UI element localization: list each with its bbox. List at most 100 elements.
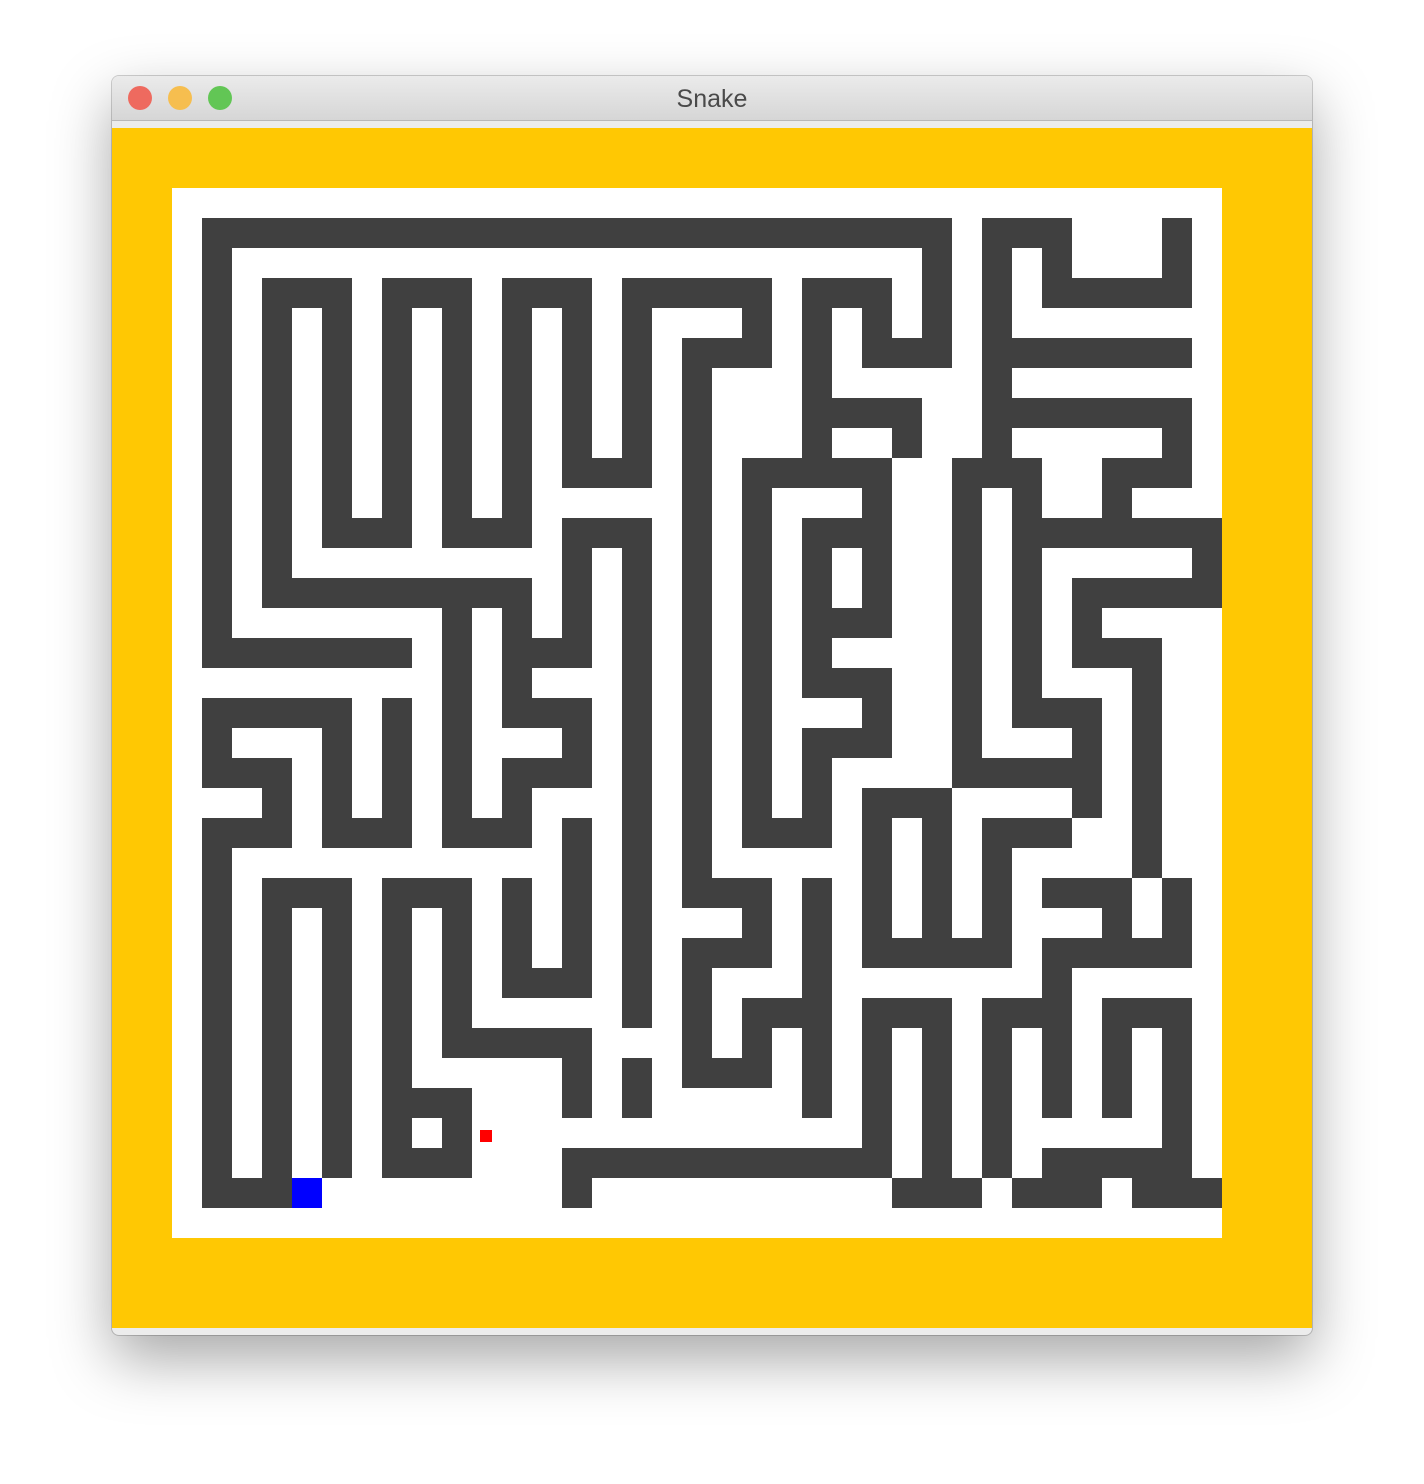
maze-wall	[982, 1028, 1012, 1058]
maze-wall	[202, 1058, 232, 1088]
maze-wall	[802, 938, 832, 968]
maze-wall	[862, 848, 892, 878]
maze-wall	[982, 308, 1012, 338]
maze-wall	[1042, 968, 1072, 998]
maze-wall	[742, 998, 832, 1028]
maze-board[interactable]	[112, 128, 1312, 1328]
maze-wall	[262, 1028, 292, 1058]
maze-wall	[262, 368, 292, 398]
maze-wall	[322, 818, 412, 848]
maze-wall	[802, 578, 832, 608]
maze-wall	[442, 308, 472, 338]
maze-wall	[682, 488, 712, 518]
maze-wall	[622, 308, 652, 338]
maze-wall	[202, 968, 232, 998]
maze-wall	[262, 968, 292, 998]
maze-wall	[322, 1088, 352, 1118]
maze-wall	[622, 698, 652, 728]
maze-wall	[622, 908, 652, 938]
maze-wall	[742, 908, 772, 938]
maze-wall	[952, 638, 982, 668]
maze-wall	[562, 1178, 592, 1208]
maze-wall	[682, 578, 712, 608]
maze-wall	[1132, 788, 1162, 818]
maze-wall	[202, 488, 232, 518]
maze-wall	[502, 938, 532, 968]
maze-wall	[202, 998, 232, 1028]
maze-wall	[802, 968, 832, 998]
maze-wall	[562, 338, 592, 368]
maze-wall	[622, 788, 652, 818]
maze-wall	[982, 878, 1012, 908]
maze-wall	[1042, 1088, 1072, 1118]
maze-wall	[502, 698, 592, 728]
maze-wall	[262, 938, 292, 968]
maze-wall	[1012, 638, 1042, 668]
maze-wall	[742, 638, 772, 668]
maze-wall	[1012, 488, 1042, 518]
maze-wall	[562, 728, 592, 758]
maze-wall	[982, 428, 1012, 458]
maze-wall	[202, 278, 232, 308]
maze-wall	[442, 818, 532, 848]
maze-wall	[322, 428, 352, 458]
maze-wall	[382, 878, 472, 908]
maze-wall	[562, 518, 652, 548]
maze-wall	[622, 398, 652, 428]
maze-wall	[982, 818, 1072, 848]
maze-wall	[202, 728, 232, 758]
maze-wall	[262, 488, 292, 518]
maze-wall	[442, 668, 472, 698]
maze-wall	[502, 908, 532, 938]
maze-wall	[742, 488, 772, 518]
maze-wall	[202, 248, 232, 278]
maze-wall	[622, 578, 652, 608]
maze-wall	[742, 1028, 772, 1058]
maze-wall	[442, 398, 472, 428]
maze-wall	[262, 1148, 292, 1178]
maze-wall	[742, 668, 772, 698]
maze-wall	[502, 368, 532, 398]
maze-wall	[322, 998, 352, 1028]
maze-wall	[202, 518, 232, 548]
maze-wall	[1102, 458, 1192, 488]
maze-wall	[502, 488, 532, 518]
maze-wall	[922, 308, 952, 338]
maze-wall	[682, 428, 712, 458]
maze-wall	[1072, 638, 1162, 668]
maze-wall	[562, 1058, 592, 1088]
maze-wall	[622, 338, 652, 368]
game-area[interactable]	[112, 128, 1312, 1328]
title-bar[interactable]: Snake	[112, 76, 1312, 121]
maze-wall	[1012, 548, 1042, 578]
maze-wall	[382, 1028, 412, 1058]
maze-wall	[862, 488, 892, 518]
maze-wall	[1012, 1178, 1102, 1208]
maze-wall	[802, 728, 892, 758]
maze-wall	[442, 938, 472, 968]
maze-wall	[262, 1118, 292, 1148]
maze-wall	[682, 368, 712, 398]
maze-wall	[802, 278, 892, 308]
maze-wall	[1162, 908, 1192, 938]
maze-wall	[382, 698, 412, 728]
maze-wall	[562, 368, 592, 398]
maze-wall	[922, 878, 952, 908]
maze-wall	[982, 398, 1192, 428]
maze-wall	[982, 1088, 1012, 1118]
maze-wall	[682, 698, 712, 728]
maze-wall	[322, 1118, 352, 1148]
maze-wall	[622, 1088, 652, 1118]
maze-wall	[262, 308, 292, 338]
maze-wall	[382, 488, 412, 518]
maze-wall	[742, 698, 772, 728]
maze-wall	[1102, 1088, 1132, 1118]
maze-wall	[982, 278, 1012, 308]
maze-wall	[1042, 938, 1192, 968]
maze-wall	[202, 698, 352, 728]
maze-wall	[442, 338, 472, 368]
maze-wall	[1012, 608, 1042, 638]
maze-wall	[1102, 908, 1132, 938]
maze-wall	[1132, 1178, 1222, 1208]
maze-wall	[322, 518, 412, 548]
